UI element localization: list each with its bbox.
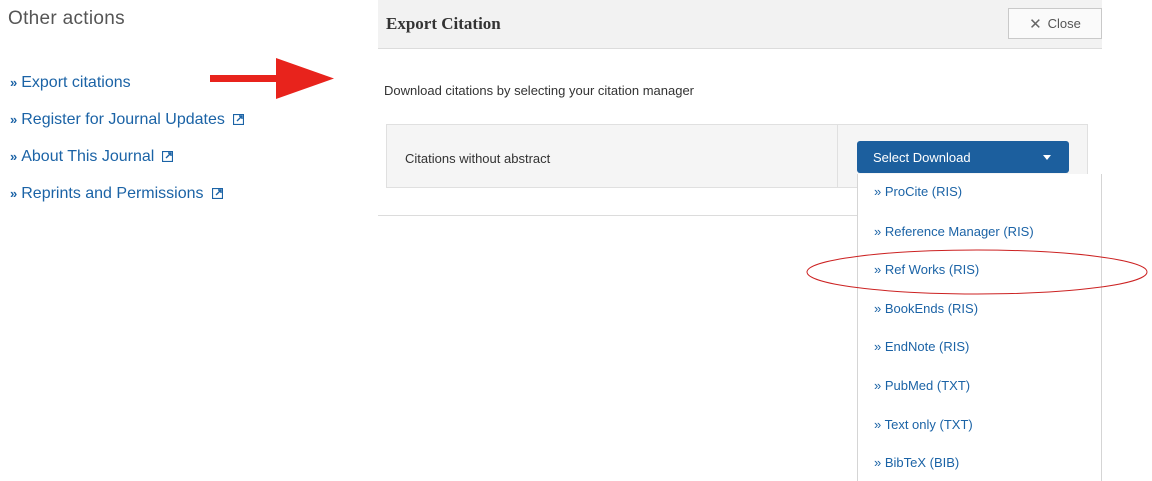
double-chevron-right-icon: » bbox=[10, 186, 18, 201]
caret-down-icon bbox=[1043, 155, 1051, 160]
menu-item-text-only[interactable]: » Text only (TXT) bbox=[858, 406, 1101, 445]
modal-subtitle: Download citations by selecting your cit… bbox=[384, 83, 695, 98]
select-download-button[interactable]: Select Download bbox=[857, 141, 1069, 173]
double-chevron-right-icon: » bbox=[10, 112, 18, 127]
sidebar-item-label: Register for Journal Updates bbox=[21, 111, 225, 128]
external-link-icon bbox=[232, 112, 244, 130]
close-icon: ✕ bbox=[1029, 15, 1042, 33]
menu-item-reference-manager[interactable]: » Reference Manager (RIS) bbox=[858, 213, 1101, 252]
double-chevron-right-icon: » bbox=[10, 75, 18, 90]
menu-item-pubmed[interactable]: » PubMed (TXT) bbox=[858, 367, 1101, 406]
menu-item-bibtex[interactable]: » BibTeX (BIB) bbox=[858, 444, 1101, 481]
sidebar-item-label: Reprints and Permissions bbox=[21, 185, 204, 202]
close-button-label: Close bbox=[1047, 16, 1081, 31]
sidebar-item-label: Export citations bbox=[21, 74, 131, 91]
sidebar-item-about-journal[interactable]: » About This Journal bbox=[10, 148, 244, 185]
close-button[interactable]: ✕ Close bbox=[1008, 8, 1102, 39]
sidebar-item-register-updates[interactable]: » Register for Journal Updates bbox=[10, 111, 244, 148]
highlight-ellipse-annotation bbox=[806, 249, 1148, 295]
menu-item-endnote[interactable]: » EndNote (RIS) bbox=[858, 328, 1101, 367]
sidebar-item-label: About This Journal bbox=[21, 148, 155, 165]
external-link-icon bbox=[162, 149, 174, 167]
select-download-label: Select Download bbox=[873, 149, 971, 165]
download-menu: » ProCite (RIS) » Reference Manager (RIS… bbox=[857, 174, 1102, 481]
sidebar-item-export-citations[interactable]: » Export citations bbox=[10, 74, 244, 111]
external-link-icon bbox=[211, 186, 223, 204]
double-chevron-right-icon: » bbox=[10, 149, 18, 164]
red-arrow-annotation bbox=[210, 58, 334, 99]
row-divider bbox=[837, 125, 838, 187]
page: Other actions » Export citations » Registe… bbox=[0, 0, 1152, 481]
modal-title: Export Citation bbox=[386, 14, 501, 33]
sidebar-title: Other actions bbox=[8, 8, 125, 29]
citation-option-label: Citations without abstract bbox=[405, 151, 551, 166]
sidebar-list: » Export citations » Register for Journal … bbox=[10, 74, 244, 222]
modal-header: Export Citation ✕ Close bbox=[378, 0, 1102, 49]
sidebar-item-reprints-permissions[interactable]: » Reprints and Permissions bbox=[10, 185, 244, 222]
menu-item-procite[interactable]: » ProCite (RIS) bbox=[858, 174, 1101, 213]
